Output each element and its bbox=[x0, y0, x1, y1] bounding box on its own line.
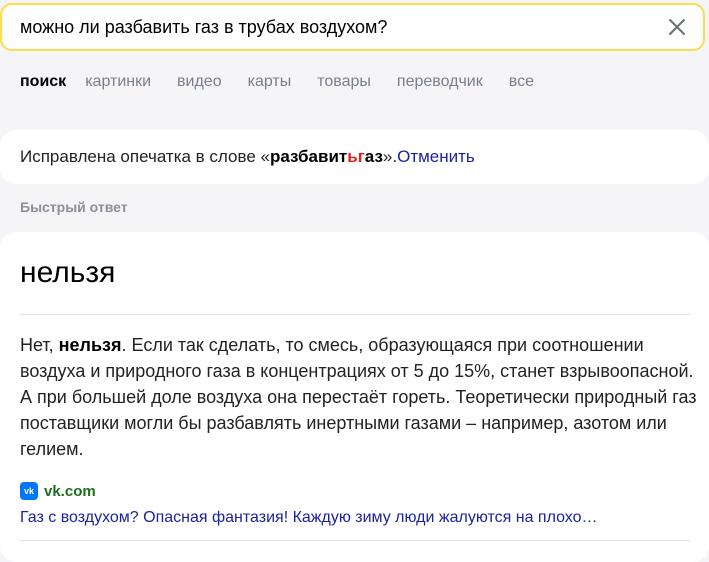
tab-maps[interactable]: карты bbox=[248, 73, 292, 91]
correction-suffix: ». bbox=[382, 147, 398, 166]
search-tabs: поиск картинки видео карты товары перево… bbox=[20, 73, 560, 91]
answer-text-lead: Нет, bbox=[20, 335, 59, 355]
correction-prefix: Исправлена опечатка в слове « bbox=[20, 147, 270, 166]
divider bbox=[20, 314, 690, 315]
source-domain[interactable]: vk.com bbox=[44, 483, 96, 500]
corrected-word-end: аз bbox=[364, 147, 383, 166]
corrected-word-start: разбавит bbox=[269, 147, 348, 166]
clear-search-button[interactable] bbox=[657, 7, 697, 47]
tab-products[interactable]: товары bbox=[317, 73, 371, 91]
tab-video[interactable]: видео bbox=[177, 73, 222, 91]
tab-all[interactable]: все bbox=[509, 73, 534, 91]
search-bar[interactable] bbox=[0, 3, 705, 51]
vk-icon: vk bbox=[20, 482, 38, 500]
typo-correction-notice: Исправлена опечатка в слове «разбавит ьг а… bbox=[0, 130, 709, 184]
answer-text-rest: . Если так сделать, то смесь, образующая… bbox=[20, 335, 697, 459]
tab-images[interactable]: картинки bbox=[85, 73, 151, 91]
close-icon bbox=[669, 19, 685, 35]
tab-translator[interactable]: переводчик bbox=[397, 73, 483, 91]
quick-answer-label: Быстрый ответ bbox=[20, 199, 128, 215]
corrected-word-highlight: ьг bbox=[347, 147, 365, 166]
answer-source[interactable]: vk vk.com bbox=[20, 482, 96, 500]
divider bbox=[20, 540, 690, 541]
source-title-link[interactable]: Газ с воздухом? Опасная фантазия! Каждую… bbox=[20, 509, 690, 527]
answer-text-bold: нельзя bbox=[58, 335, 122, 355]
tab-search[interactable]: поиск bbox=[20, 73, 66, 91]
quick-answer-text: Нет, нельзя. Если так сделать, то смесь,… bbox=[20, 332, 709, 462]
quick-answer-title: нельзя bbox=[20, 256, 116, 289]
cancel-correction-link[interactable]: Отменить bbox=[397, 147, 475, 167]
search-input[interactable] bbox=[20, 5, 640, 49]
